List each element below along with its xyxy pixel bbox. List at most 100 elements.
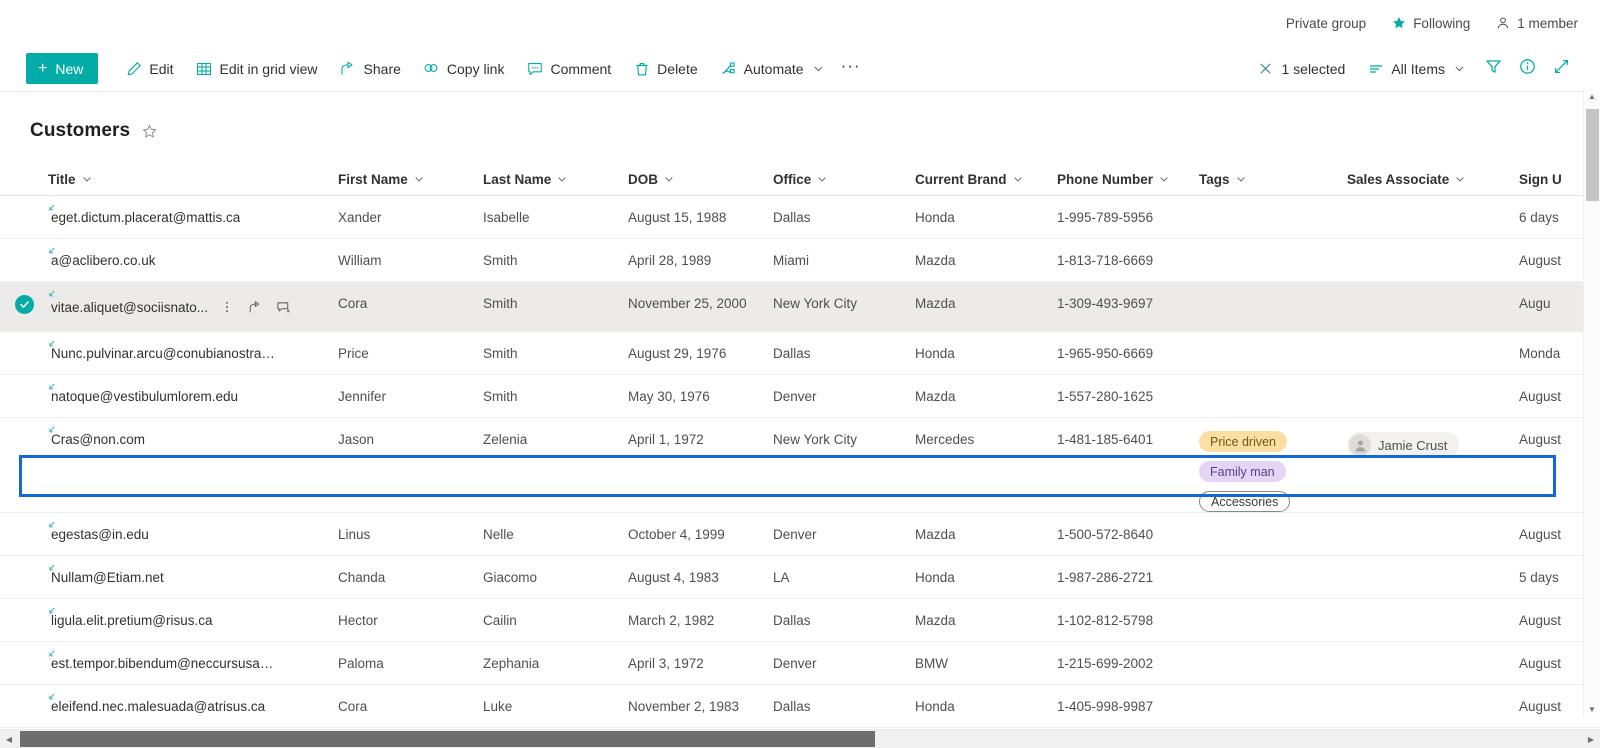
automate-button[interactable]: Automate [709,51,835,87]
title-link[interactable]: eleifend.nec.malesuada@atrisus.ca [48,699,265,714]
table-row[interactable]: ligula.elit.pretium@risus.ca Hector Cail… [0,599,1600,642]
row-select-cell[interactable] [0,332,48,364]
column-header-first-name[interactable]: First Name [338,163,483,196]
following-button[interactable]: Following [1392,16,1470,31]
table-row[interactable]: Nullam@Etiam.net Chanda Giacomo August 4… [0,556,1600,599]
tag-pill[interactable]: Accessories [1199,491,1291,512]
clear-selection-button[interactable]: 1 selected [1246,51,1356,87]
row-select-cell[interactable] [0,196,48,228]
row-select-cell[interactable] [0,239,48,271]
cell-first-name: Cora [338,699,368,714]
cell-title[interactable]: Cras@non.com [48,418,338,460]
horizontal-scroll-thumb[interactable] [20,731,875,747]
delete-button[interactable]: Delete [622,51,708,87]
title-link[interactable]: natoque@vestibulumlorem.edu [48,389,238,404]
cell-title[interactable]: a@aclibero.co.uk [48,239,338,281]
cell-first-name: Xander [338,210,382,225]
expand-button[interactable] [1544,52,1578,86]
cell-dob: October 4, 1999 [628,527,725,542]
table-row[interactable]: est.tempor.bibendum@neccursusa.com Palom… [0,642,1600,685]
view-selector-button[interactable]: All Items [1356,51,1476,87]
scroll-left-arrow-icon[interactable]: ◀ [0,730,18,748]
share-button[interactable]: Share [329,51,412,87]
column-header-last-name[interactable]: Last Name [483,163,628,196]
column-header-dob[interactable]: DOB [628,163,773,196]
column-header-title[interactable]: Title [48,163,338,196]
cell-title[interactable]: eget.dictum.placerat@mattis.ca [48,196,338,238]
column-header-phone-number[interactable]: Phone Number [1057,163,1199,196]
chevron-down-icon [1159,172,1169,187]
tag-pill[interactable]: Price driven [1199,431,1287,452]
new-button-label: New [55,60,84,77]
comment-button[interactable]: Comment [515,51,622,87]
title-link[interactable]: a@aclibero.co.uk [48,253,156,268]
more-commands-button[interactable]: ··· [835,51,867,87]
cell-title[interactable]: natoque@vestibulumlorem.edu [48,375,338,417]
row-select-cell[interactable] [0,375,48,407]
title-link[interactable]: egestas@in.edu [48,527,149,542]
column-header-tags[interactable]: Tags [1199,163,1347,196]
vertical-scrollbar[interactable]: ▲ ▼ [1583,88,1600,718]
row-select-cell[interactable] [0,556,48,588]
filter-button[interactable] [1476,52,1510,86]
column-header-office[interactable]: Office [773,163,915,196]
cell-tags [1199,513,1347,526]
table-row[interactable]: eleifend.nec.malesuada@atrisus.ca Cora L… [0,685,1600,728]
row-select-cell[interactable] [0,642,48,674]
table-row[interactable]: Nunc.pulvinar.arcu@conubianostraper.edu … [0,332,1600,375]
row-select-cell[interactable] [0,599,48,631]
cell-title[interactable]: Nullam@Etiam.net [48,556,338,598]
cell-title[interactable]: ligula.elit.pretium@risus.ca [48,599,338,641]
details-info-button[interactable] [1510,52,1544,86]
scroll-right-arrow-icon[interactable]: ▶ [1582,730,1600,748]
copy-link-button[interactable]: Copy link [412,51,516,87]
title-link[interactable]: Nullam@Etiam.net [48,570,164,585]
link-shortcut-icon [48,339,57,350]
cell-title[interactable]: vitae.aliquet@sociisnato... [48,282,338,331]
column-header-sales-associate[interactable]: Sales Associate [1347,163,1519,196]
table-row[interactable]: vitae.aliquet@sociisnato... Cora Smith N… [0,282,1600,332]
row-select-cell[interactable] [0,685,48,717]
row-comment-icon[interactable] [272,296,294,318]
select-all-cell[interactable] [0,170,48,189]
title-link[interactable]: Nunc.pulvinar.arcu@conubianostraper.edu [48,346,276,361]
scroll-down-arrow-icon[interactable]: ▼ [1584,701,1600,718]
title-link[interactable]: vitae.aliquet@sociisnato... [48,300,208,315]
person-chip[interactable]: Jamie Crust [1347,432,1460,458]
table-row[interactable]: eget.dictum.placerat@mattis.ca Xander Is… [0,196,1600,239]
table-row[interactable]: Cras@non.com Jason Zelenia April 1, 1972… [0,418,1600,513]
column-header-current-brand[interactable]: Current Brand [915,163,1057,196]
row-select-cell[interactable] [0,282,48,314]
row-select-cell[interactable] [0,418,48,450]
scroll-up-arrow-icon[interactable]: ▲ [1584,88,1600,105]
table-row[interactable]: natoque@vestibulumlorem.edu Jennifer Smi… [0,375,1600,418]
more-commands-label: ··· [840,55,861,75]
row-select-cell[interactable] [0,513,48,545]
vertical-scroll-thumb[interactable] [1585,109,1599,201]
horizontal-scrollbar[interactable]: ◀ ▶ [0,730,1600,748]
vertical-scroll-track[interactable] [1583,105,1600,701]
tag-pill[interactable]: Family man [1199,461,1286,482]
horizontal-scroll-track[interactable] [18,730,1582,748]
cell-title[interactable]: Nunc.pulvinar.arcu@conubianostraper.edu [48,332,338,374]
edit-button[interactable]: Edit [114,51,184,87]
cell-title[interactable]: est.tempor.bibendum@neccursusa.com [48,642,338,684]
members-button[interactable]: 1 member [1496,16,1578,31]
title-link[interactable]: eget.dictum.placerat@mattis.ca [48,210,240,225]
title-link[interactable]: Cras@non.com [48,432,145,447]
list-grid-scroll-region[interactable]: Title First Name Last Name DOB Office Cu… [0,163,1600,730]
row-share-icon[interactable] [244,296,266,318]
title-link[interactable]: est.tempor.bibendum@neccursusa.com [48,656,276,671]
row-more-actions-icon[interactable] [216,296,238,318]
cell-tags [1199,642,1347,655]
edit-in-grid-view-button[interactable]: Edit in grid view [184,51,328,87]
favorite-star-icon[interactable] [142,123,157,139]
title-link[interactable]: ligula.elit.pretium@risus.ca [48,613,213,628]
chevron-down-icon [414,172,424,187]
new-button[interactable]: + New [26,53,99,84]
row-selected-checkbox[interactable] [14,295,34,314]
table-row[interactable]: a@aclibero.co.uk William Smith April 28,… [0,239,1600,282]
table-row[interactable]: egestas@in.edu Linus Nelle October 4, 19… [0,513,1600,556]
cell-title[interactable]: eleifend.nec.malesuada@atrisus.ca [48,685,338,727]
cell-title[interactable]: egestas@in.edu [48,513,338,555]
